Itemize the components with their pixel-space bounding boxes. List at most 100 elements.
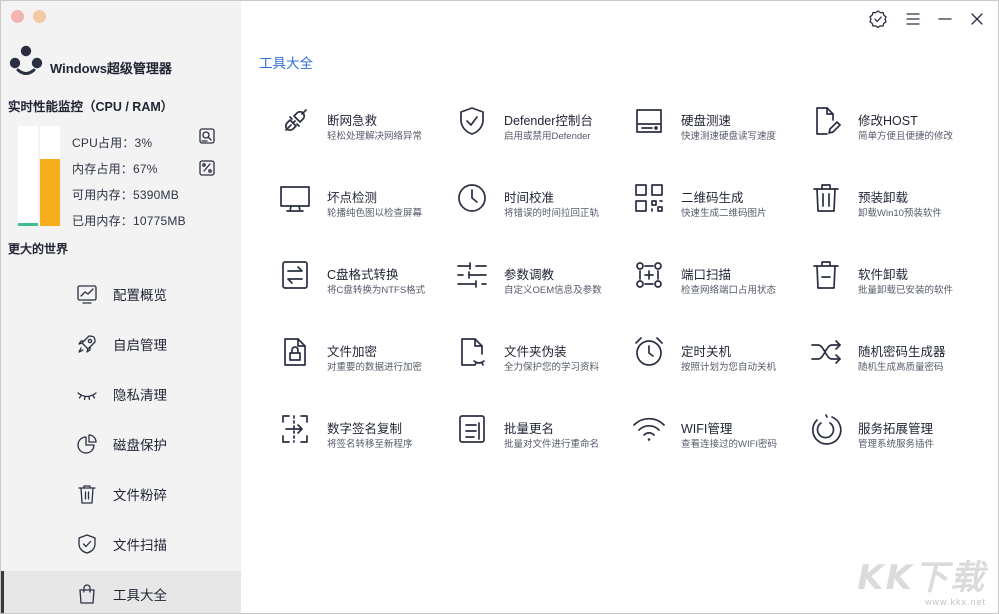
tool-desc: 快速测速硬盘读写速度 bbox=[681, 131, 777, 142]
tool-name: 端口扫描 bbox=[681, 268, 732, 282]
tool-name: 数字签名复制 bbox=[327, 422, 403, 436]
memory-usage-bar bbox=[40, 126, 60, 226]
tool-name: 批量更名 bbox=[504, 422, 555, 436]
sidebar-item-label: 工具大全 bbox=[113, 588, 167, 603]
app-title: Windows超级管理器 bbox=[50, 60, 172, 76]
tool-scheduled-shutdown[interactable]: 定时关机 按照计划为您自动关机 bbox=[631, 332, 801, 382]
tool-random-password[interactable]: 随机密码生成器 随机生成高质量密码 bbox=[808, 332, 978, 382]
menu-icon[interactable] bbox=[903, 9, 923, 29]
memory-detail-icon[interactable] bbox=[198, 159, 216, 177]
tool-disk-speed[interactable]: 硬盘测速 快速测速硬盘读写速度 bbox=[631, 101, 801, 151]
tool-desc: 管理系统服务插件 bbox=[858, 439, 935, 450]
tool-edit-host[interactable]: 修改HOST 简单方便且便捷的修改 bbox=[808, 101, 978, 151]
tool-desc: 批量对文件进行重命名 bbox=[504, 439, 600, 450]
tool-name: WIFI管理 bbox=[681, 422, 733, 436]
performance-title: 实时性能监控（CPU / RAM） bbox=[8, 100, 174, 114]
tool-name: 文件夹伪装 bbox=[504, 345, 567, 359]
tool-software-uninstall[interactable]: 软件卸载 批量卸载已安装的软件 bbox=[808, 255, 978, 305]
page-title: 工具大全 bbox=[259, 56, 313, 71]
tool-name: 坏点检测 bbox=[327, 191, 378, 205]
shield-icon bbox=[78, 534, 96, 554]
tool-port-scan[interactable]: 端口扫描 检查网络端口占用状态 bbox=[631, 255, 801, 305]
tool-desc: 简单方便且便捷的修改 bbox=[858, 131, 954, 142]
tool-desc: 将C盘转换为NTFS格式 bbox=[327, 285, 426, 296]
cpu-stat: CPU占用：3% bbox=[72, 134, 152, 151]
available-memory-stat: 可用内存：5390MB bbox=[72, 186, 179, 203]
tool-name: 断网急救 bbox=[327, 114, 378, 128]
tool-service-manager[interactable]: 服务拓展管理 管理系统服务插件 bbox=[808, 409, 978, 459]
tool-name: 修改HOST bbox=[858, 114, 918, 128]
tool-name: 服务拓展管理 bbox=[858, 422, 934, 436]
app-logo-icon bbox=[9, 45, 43, 75]
tool-signature-copy[interactable]: 数字签名复制 将签名转移至新程序 bbox=[277, 409, 447, 459]
tool-name: 硬盘测速 bbox=[681, 114, 732, 128]
cpu-value: 3% bbox=[134, 136, 153, 150]
tool-name: 随机密码生成器 bbox=[858, 345, 946, 359]
tool-desc: 将错误的时间拉回正轨 bbox=[504, 208, 600, 219]
memory-label: 内存占用： bbox=[72, 162, 134, 176]
trash-minus-icon bbox=[813, 261, 839, 289]
memory-stat: 内存占用：67% bbox=[72, 160, 158, 177]
shield-check-icon bbox=[460, 107, 484, 135]
sidebar-item-label: 文件扫描 bbox=[113, 538, 167, 553]
tool-desc: 批量卸载已安装的软件 bbox=[858, 285, 954, 296]
tool-name: 参数调教 bbox=[504, 268, 555, 282]
used-memory-stat: 已用内存：10775MB bbox=[72, 212, 186, 229]
rocket-icon bbox=[78, 335, 96, 353]
sliders-icon bbox=[457, 262, 487, 288]
tool-name: 预装卸载 bbox=[858, 191, 909, 205]
close-icon[interactable] bbox=[967, 9, 987, 29]
tool-file-encrypt[interactable]: 文件加密 对重要的数据进行加密 bbox=[277, 332, 447, 382]
tool-c-drive-convert[interactable]: C盘格式转换 将C盘转换为NTFS格式 bbox=[277, 255, 447, 305]
sidebar-item-label: 磁盘保护 bbox=[113, 438, 167, 453]
window-traffic-lights bbox=[11, 10, 46, 23]
trash-icon bbox=[813, 184, 839, 212]
service-ring-icon bbox=[811, 414, 842, 445]
sidebar-item-toolbox[interactable]: 工具大全 bbox=[1, 571, 241, 613]
tool-name: Defender控制台 bbox=[504, 114, 593, 128]
sidebar-item-file-shred[interactable]: 文件粉碎 bbox=[1, 471, 241, 517]
sidebar-item-disk-protect[interactable]: 磁盘保护 bbox=[1, 421, 241, 467]
hard-drive-icon bbox=[636, 109, 662, 133]
tool-desc: 快速生成二维码图片 bbox=[681, 208, 767, 219]
sidebar-item-privacy[interactable]: 隐私清理 bbox=[1, 371, 241, 417]
closed-eye-icon bbox=[77, 392, 97, 401]
sidebar-item-file-scan[interactable]: 文件扫描 bbox=[1, 521, 241, 567]
cpu-usage-bar bbox=[18, 126, 38, 226]
available-memory-label: 可用内存： bbox=[72, 188, 134, 202]
tool-name: 二维码生成 bbox=[681, 191, 744, 205]
file-edit-icon bbox=[816, 107, 841, 135]
sidebar-item-label: 配置概览 bbox=[113, 288, 167, 303]
tool-param-tuning[interactable]: 参数调教 自定义OEM信息及参数 bbox=[454, 255, 624, 305]
minimize-dot[interactable] bbox=[33, 10, 46, 23]
swap-file-icon bbox=[282, 261, 308, 289]
minimize-icon[interactable] bbox=[935, 9, 955, 29]
tool-desc: 按照计划为您自动关机 bbox=[681, 362, 777, 373]
pie-chart-icon bbox=[77, 434, 97, 454]
tool-name: C盘格式转换 bbox=[327, 268, 399, 282]
tool-defender-console[interactable]: Defender控制台 启用或禁用Defender bbox=[454, 101, 624, 151]
tool-wifi-manager[interactable]: WIFI管理 查看连接过的WIFI密码 bbox=[631, 409, 801, 459]
tool-desc: 随机生成高质量密码 bbox=[858, 362, 944, 373]
tool-network-rescue[interactable]: 断网急救 轻松处理解决网络异常 bbox=[277, 101, 447, 151]
tool-dead-pixel[interactable]: 坏点检测 轮播纯色图以检查屏幕 bbox=[277, 178, 447, 228]
rename-icon bbox=[459, 415, 485, 443]
sidebar-item-startup[interactable]: 自启管理 bbox=[1, 321, 241, 367]
plug-icon bbox=[284, 109, 307, 132]
tool-time-sync[interactable]: 时间校准 将错误的时间拉回正轨 bbox=[454, 178, 624, 228]
app-window: Windows超级管理器 实时性能监控（CPU / RAM） CPU占用：3% … bbox=[0, 0, 999, 614]
cpu-usage-fill bbox=[18, 223, 38, 226]
chart-monitor-icon bbox=[77, 285, 97, 304]
sidebar-item-overview[interactable]: 配置概览 bbox=[1, 271, 241, 317]
memory-usage-fill bbox=[40, 159, 60, 226]
tool-folder-disguise[interactable]: 文件夹伪装 全力保护您的学习资料 bbox=[454, 332, 624, 382]
close-dot[interactable] bbox=[11, 10, 24, 23]
watermark-logo: KK下载 bbox=[857, 558, 986, 598]
tool-preinstall-uninstall[interactable]: 预装卸载 卸载Win10预装软件 bbox=[808, 178, 978, 228]
cpu-detail-icon[interactable] bbox=[198, 127, 216, 145]
tool-batch-rename[interactable]: 批量更名 批量对文件进行重命名 bbox=[454, 409, 624, 459]
badge-check-icon[interactable] bbox=[868, 9, 888, 29]
tool-desc: 自定义OEM信息及参数 bbox=[504, 285, 602, 296]
network-nodes-icon bbox=[636, 262, 662, 288]
tool-qr-generator[interactable]: 二维码生成 快速生成二维码图片 bbox=[631, 178, 801, 228]
